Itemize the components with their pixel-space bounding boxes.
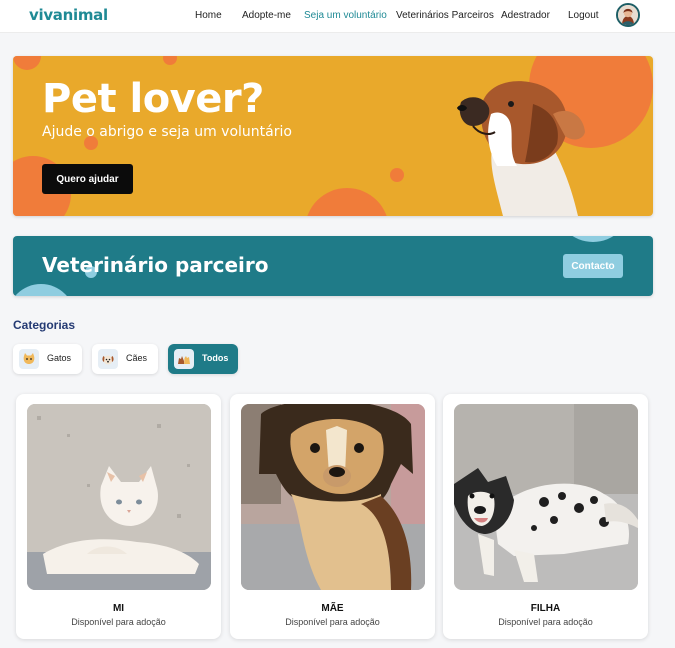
pet-name: FILHA bbox=[530, 603, 561, 614]
pet-status: Disponível para adoção bbox=[71, 617, 166, 627]
hero-title: Pet lover? bbox=[42, 76, 264, 122]
dog-icon bbox=[98, 349, 118, 369]
pet-card[interactable]: FILHA Disponível para adoção bbox=[443, 394, 648, 639]
nav-link-logout[interactable]: Logout bbox=[568, 10, 599, 21]
hero-banner: Pet lover? Ajude o abrigo e seja um volu… bbox=[13, 56, 653, 216]
nav-link-adopte-me[interactable]: Adopte-me bbox=[242, 10, 291, 21]
category-all[interactable]: Todos bbox=[168, 344, 238, 374]
pet-card[interactable]: MI Disponível para adoção bbox=[16, 394, 221, 639]
pet-status: Disponível para adoção bbox=[498, 617, 593, 627]
hero-subtitle: Ajude o abrigo e seja um voluntário bbox=[42, 124, 292, 140]
nav-link-trainer[interactable]: Adestrador bbox=[501, 10, 550, 21]
avatar[interactable] bbox=[616, 3, 640, 27]
boxer-puppy-image bbox=[457, 81, 585, 216]
top-navbar: vivanimal Home Adopte-me Seja um voluntá… bbox=[0, 0, 675, 33]
vet-banner-title: Veterinário parceiro bbox=[42, 253, 269, 277]
categories-heading: Categorias bbox=[13, 318, 76, 332]
pet-name: MÃE bbox=[321, 603, 344, 614]
pet-status: Disponível para adoção bbox=[285, 617, 380, 627]
nav-link-home[interactable]: Home bbox=[195, 10, 222, 21]
contact-button[interactable]: Contacto bbox=[563, 254, 623, 278]
all-pets-icon bbox=[174, 349, 194, 369]
pet-card[interactable]: MÃE Disponível para adoção bbox=[230, 394, 435, 639]
brown-dog-photo bbox=[241, 404, 425, 590]
category-all-label: Todos bbox=[202, 353, 229, 363]
nav-link-volunteer[interactable]: Seja um voluntário bbox=[304, 10, 387, 21]
pet-name: MI bbox=[112, 603, 125, 614]
nav-link-partner-vets[interactable]: Veterinários Parceiros bbox=[396, 10, 494, 21]
logo[interactable]: vivanimal bbox=[29, 6, 108, 24]
category-cats-label: Gatos bbox=[47, 353, 72, 363]
category-dogs-label: Cães bbox=[126, 353, 148, 363]
partner-vet-banner: Veterinário parceiro Contacto bbox=[13, 236, 653, 296]
category-dogs[interactable]: Cães bbox=[92, 344, 158, 374]
cat-icon bbox=[19, 349, 39, 369]
black-white-dog-photo bbox=[454, 404, 638, 590]
help-button[interactable]: Quero ajudar bbox=[42, 164, 133, 194]
category-cats[interactable]: Gatos bbox=[13, 344, 82, 374]
user-avatar-icon bbox=[618, 5, 638, 25]
white-cat-photo bbox=[27, 404, 211, 590]
